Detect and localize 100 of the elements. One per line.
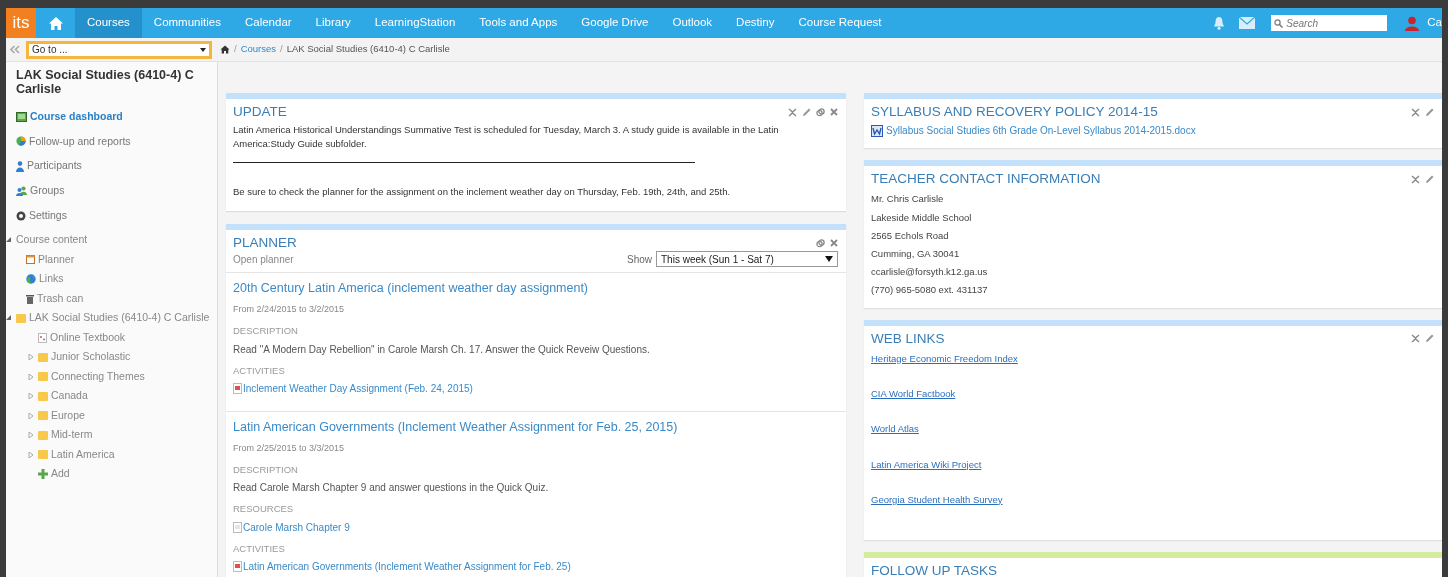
link-icon[interactable] [816, 107, 825, 117]
web-link[interactable]: Georgia Student Health Survey [871, 492, 1003, 508]
tree-item[interactable]: Mid-term [51, 427, 93, 444]
nav-tab[interactable]: LearningStation [362, 8, 468, 38]
folder-icon [16, 313, 26, 323]
tree-section-label[interactable]: Course content [16, 232, 88, 249]
tree-item[interactable]: Europe [51, 407, 85, 424]
expand-triangle-icon[interactable] [28, 451, 34, 458]
tree-item[interactable]: Planner [38, 251, 75, 268]
web-link[interactable]: CIA World Factbook [871, 387, 956, 402]
calendar-icon [26, 255, 35, 265]
breadcrumb-separator: / [234, 42, 237, 57]
expand-triangle-icon[interactable] [28, 373, 34, 380]
nav-tab[interactable]: Tools and Apps [467, 8, 570, 38]
breadcrumb-separator: / [280, 42, 283, 57]
tree-item[interactable]: Links [39, 271, 64, 288]
mail-icon[interactable] [1239, 17, 1256, 29]
expand-triangle-icon[interactable] [28, 432, 34, 439]
home-icon[interactable] [220, 45, 230, 54]
web-link[interactable]: World Atlas [871, 422, 919, 437]
contact-line: ccarlisle@forsyth.k12.ga.us [871, 265, 989, 280]
open-planner-link[interactable]: Open planner [233, 251, 294, 267]
panel-title: FOLLOW UP TASKS [871, 563, 998, 577]
nav-tab[interactable]: Outlook [660, 8, 725, 38]
file-link[interactable]: Syllabus Social Studies 6th Grade On-Level Syllabus 2014-2015.docx [871, 123, 1196, 139]
panel-title: TEACHER CONTACT INFORMATION [871, 171, 1101, 188]
sidebar-link[interactable]: Follow-up and reports [16, 131, 213, 152]
gear-icon [16, 210, 26, 221]
close-icon[interactable] [830, 238, 838, 247]
web-link[interactable]: Heritage Economic Freedom Index [871, 351, 1018, 367]
nav-tab[interactable]: Course Request [786, 8, 894, 38]
tree-item[interactable]: Junior Scholastic [51, 349, 131, 366]
collapse-icon[interactable] [1411, 107, 1420, 117]
pie-chart-icon [16, 136, 26, 147]
sidebar-link[interactable]: Participants [16, 156, 213, 176]
document-icon [233, 560, 242, 572]
expand-triangle-icon[interactable] [28, 412, 34, 419]
tree-item[interactable]: Latin America [51, 446, 115, 463]
word-document-icon [871, 124, 883, 137]
course-title: LAK Social Studies (6410-4) C Carlisle [16, 68, 195, 97]
breadcrumb-current: LAK Social Studies (6410-4) C Carlisle [286, 42, 450, 57]
globe-icon [26, 274, 36, 285]
logo[interactable]: its [6, 8, 36, 38]
tree-item[interactable]: Online Textbook [50, 329, 126, 346]
caret-icon [200, 47, 206, 52]
sidebar-link[interactable]: Groups [16, 181, 213, 201]
nav-tab[interactable]: Library [303, 8, 363, 38]
tree-item[interactable]: LAK Social Studies (6410-4) C Carlisle [29, 310, 210, 327]
collapse-icon[interactable] [1411, 174, 1420, 184]
pencil-icon[interactable] [1425, 107, 1434, 117]
collapse-icon[interactable] [1411, 334, 1420, 344]
date-range: From 2/24/2015 to 3/2/2015 [233, 302, 346, 316]
planner-entry-title[interactable]: 20th Century Latin America (inclement weather day assignment) [233, 279, 839, 298]
activity-link[interactable]: Inclement Weather Day Assignment (Feb. 24, 2015) [233, 380, 473, 396]
breadcrumb-link[interactable]: Courses [240, 42, 276, 57]
nav-tab[interactable]: Destiny [724, 8, 787, 38]
user-name[interactable]: Ca [1427, 14, 1442, 32]
panel-title: WEB LINKS [871, 330, 945, 347]
web-link[interactable]: Latin America Wiki Project [871, 457, 982, 472]
link-icon[interactable] [816, 238, 825, 248]
nav-tab[interactable]: Calendar [232, 8, 304, 38]
tree-item[interactable]: Add [51, 466, 70, 483]
expand-triangle-icon[interactable] [28, 393, 34, 400]
nav-tab[interactable]: Courses [75, 8, 142, 38]
double-chevron-icon [10, 45, 20, 54]
contact-line: 2565 Echols Road [871, 228, 950, 243]
panel-title: PLANNER [233, 234, 297, 252]
search-field[interactable]: Search [1271, 15, 1388, 31]
planner-entry-title[interactable]: Latin American Governments (Inclement Weather Assignment for Feb. 25, 2015) [233, 417, 839, 437]
pencil-icon[interactable] [802, 107, 811, 117]
goto-dropdown[interactable]: Go to ... [26, 40, 212, 59]
collapse-triangle-icon[interactable] [6, 237, 12, 244]
week-dropdown[interactable]: This week (Sun 1 - Sat 7) [656, 251, 838, 268]
collapse-icon[interactable] [788, 107, 797, 117]
expand-triangle-icon[interactable] [28, 354, 34, 361]
contact-line: (770) 965-5080 ext. 431137 [871, 283, 989, 298]
section-heading: DESCRIPTION [233, 324, 299, 339]
tree-item[interactable]: Connecting Themes [51, 368, 145, 385]
tree-item[interactable]: Canada [51, 388, 88, 405]
nav-tab[interactable]: Communities [141, 8, 233, 38]
close-icon[interactable] [830, 107, 838, 116]
bell-icon[interactable] [1213, 16, 1226, 30]
pencil-icon[interactable] [1425, 334, 1434, 344]
update-text: Be sure to check the planner for the assignment on the inclement weather day on Thursday, Feb. 19th, 24th, and 25th. [233, 184, 732, 199]
resource-link[interactable]: Carole Marsh Chapter 9 [233, 519, 350, 535]
nav-tab[interactable]: Google Drive [569, 8, 661, 38]
home-icon [47, 15, 64, 31]
pencil-icon[interactable] [1425, 174, 1434, 184]
tree-item[interactable]: Trash can [37, 290, 84, 307]
sidebar-link[interactable]: Settings [16, 205, 213, 226]
panel-title: SYLLABUS AND RECOVERY POLICY 2014-15 [871, 104, 1158, 121]
contact-line: Lakeside Middle School [871, 210, 973, 225]
activity-link[interactable]: Latin American Governments (Inclement Weather Assignment for Feb. 25) [233, 558, 571, 574]
sidebar-link[interactable]: Course dashboard [16, 106, 213, 127]
collapse-triangle-icon[interactable] [6, 315, 12, 322]
section-heading: DESCRIPTION [233, 463, 299, 478]
contact-line: Mr. Chris Carlisle [871, 192, 945, 207]
collapse-sidebar-button[interactable] [10, 45, 20, 54]
trash-icon [26, 293, 34, 304]
section-heading: ACTIVITIES [233, 363, 286, 378]
